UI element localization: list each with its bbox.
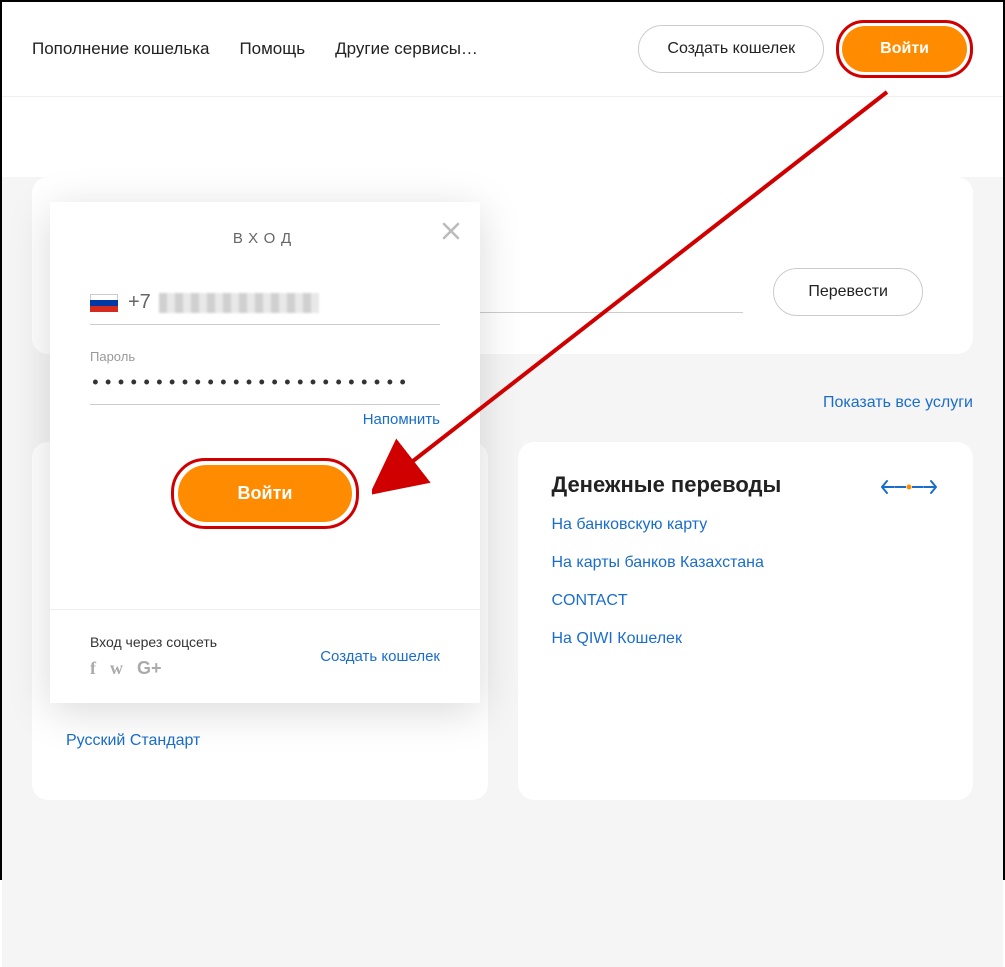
login-button-highlight: Войти — [836, 20, 973, 78]
service-link-qiwi[interactable]: На QIWI Кошелек — [552, 630, 940, 648]
service-link-kazakhstan[interactable]: На карты банков Казахстана — [552, 554, 940, 572]
modal-login-button-highlight: Войти — [171, 458, 360, 529]
modal-login-button[interactable]: Войти — [178, 465, 353, 522]
phone-prefix: +7 — [128, 291, 151, 314]
phone-number-hidden — [159, 293, 319, 313]
social-login-label: Вход через соцсеть — [90, 634, 217, 650]
password-input[interactable]: ••••••••••••••••••••••••• — [90, 364, 440, 405]
create-wallet-link[interactable]: Создать кошелек — [320, 648, 440, 665]
vk-icon[interactable]: w — [110, 658, 123, 679]
transfer-arrows-icon — [879, 472, 939, 507]
google-plus-icon[interactable]: G+ — [137, 658, 162, 679]
nav-topup[interactable]: Пополнение кошелька — [32, 39, 209, 59]
password-label: Пароль — [90, 349, 440, 364]
service-link-bank-card[interactable]: На банковскую карту — [552, 516, 940, 534]
login-modal-title: ВХОД — [233, 230, 297, 247]
remind-password-link[interactable]: Напомнить — [90, 411, 440, 428]
login-button[interactable]: Войти — [842, 26, 967, 72]
nav-help[interactable]: Помощь — [239, 39, 305, 59]
nav-other-services[interactable]: Другие сервисы… — [335, 39, 478, 59]
russia-flag-icon — [90, 294, 118, 312]
phone-input[interactable]: +7 — [90, 281, 440, 325]
service-card-transfers: Денежные переводы На банковскую карту На… — [518, 442, 974, 800]
close-icon[interactable] — [440, 220, 462, 242]
service-link-contact[interactable]: CONTACT — [552, 592, 940, 610]
login-modal: ВХОД +7 Пароль •••••••••••••••••••••••••… — [50, 202, 480, 703]
service-link-russky-standart[interactable]: Русский Стандарт — [66, 732, 454, 750]
create-wallet-button[interactable]: Создать кошелек — [638, 25, 824, 73]
transfer-button[interactable]: Перевести — [773, 268, 923, 316]
header: Пополнение кошелька Помощь Другие сервис… — [2, 2, 1003, 97]
facebook-icon[interactable]: f — [90, 658, 96, 679]
social-login-block: Вход через соцсеть f w G+ — [90, 634, 217, 679]
